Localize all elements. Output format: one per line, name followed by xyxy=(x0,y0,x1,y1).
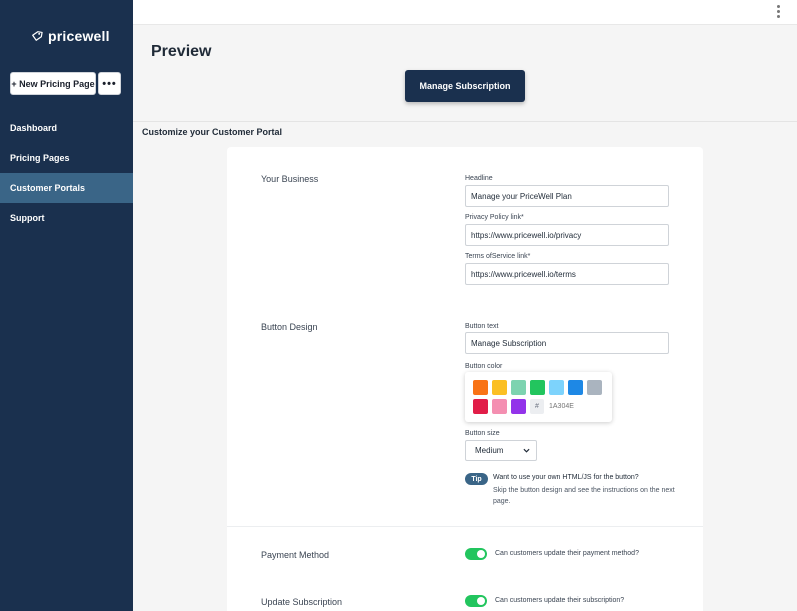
chevron-down-icon xyxy=(523,448,530,453)
privacy-policy-label: Privacy Policy link* xyxy=(465,214,524,221)
logo-text: pricewell xyxy=(48,28,110,44)
color-swatch-red[interactable] xyxy=(473,399,488,414)
sidebar-item-dashboard[interactable]: Dashboard xyxy=(0,113,133,143)
button-text-input[interactable] xyxy=(465,332,669,354)
privacy-policy-input[interactable] xyxy=(465,224,669,246)
tip-text: Skip the button design and see the instr… xyxy=(493,487,675,505)
tip-title: Want to use your own HTML/JS for the but… xyxy=(493,474,639,481)
tip-badge: Tip xyxy=(465,473,488,485)
sidebar: pricewell + New Pricing Page ••• Dashboa… xyxy=(0,0,133,611)
payment-method-toggle-label: Can customers update their payment metho… xyxy=(495,550,639,557)
color-swatch-purple[interactable] xyxy=(511,399,526,414)
color-swatch-blue[interactable] xyxy=(568,380,583,395)
more-options-button[interactable]: ••• xyxy=(98,72,121,95)
button-color-label: Button color xyxy=(465,363,503,370)
payment-method-toggle[interactable] xyxy=(465,548,487,560)
update-subscription-label: Update Subscription xyxy=(261,597,343,607)
headline-label: Headline xyxy=(465,175,493,182)
sidebar-item-customer-portals[interactable]: Customer Portals xyxy=(0,173,133,203)
color-swatch-amber[interactable] xyxy=(492,380,507,395)
button-design-label: Button Design xyxy=(261,322,318,332)
kebab-menu-icon[interactable] xyxy=(777,5,781,18)
hex-color-input[interactable] xyxy=(545,399,602,414)
sidebar-item-pricing-pages[interactable]: Pricing Pages xyxy=(0,143,133,173)
payment-method-label: Payment Method xyxy=(261,550,330,560)
update-subscription-toggle-label: Can customers update their subscription? xyxy=(495,597,625,604)
color-swatch-green[interactable] xyxy=(530,380,545,395)
button-size-select[interactable]: Medium xyxy=(465,440,537,461)
color-swatch-gray[interactable] xyxy=(587,380,602,395)
preview-divider xyxy=(133,121,797,122)
card-divider xyxy=(227,526,703,527)
sidebar-item-support[interactable]: Support xyxy=(0,203,133,233)
button-text-label: Button text xyxy=(465,323,499,330)
color-swatch-mint[interactable] xyxy=(511,380,526,395)
terms-of-service-input[interactable] xyxy=(465,263,669,285)
button-size-label: Button size xyxy=(465,430,500,437)
customize-heading: Customize your Customer Portal xyxy=(142,127,283,137)
sidebar-nav: Dashboard Pricing Pages Customer Portals… xyxy=(0,113,133,233)
headline-input[interactable] xyxy=(465,185,669,207)
new-pricing-page-button[interactable]: + New Pricing Page xyxy=(10,72,96,95)
logo[interactable]: pricewell xyxy=(30,28,110,44)
preview-manage-subscription-button[interactable]: Manage Subscription xyxy=(405,70,525,102)
hex-hash-label: # xyxy=(530,399,544,414)
page-title: Preview xyxy=(151,43,212,60)
color-swatch-orange[interactable] xyxy=(473,380,488,395)
color-swatch-pink[interactable] xyxy=(492,399,507,414)
color-picker: # xyxy=(465,372,612,422)
button-size-value: Medium xyxy=(475,446,504,455)
price-tag-icon xyxy=(32,31,43,41)
update-subscription-toggle[interactable] xyxy=(465,595,487,607)
top-bar xyxy=(133,0,797,25)
terms-of-service-label: Terms ofService link* xyxy=(465,253,531,260)
color-swatch-light-blue[interactable] xyxy=(549,380,564,395)
customize-card: Your Business Headline Privacy Policy li… xyxy=(227,147,703,611)
your-business-label: Your Business xyxy=(261,174,319,184)
